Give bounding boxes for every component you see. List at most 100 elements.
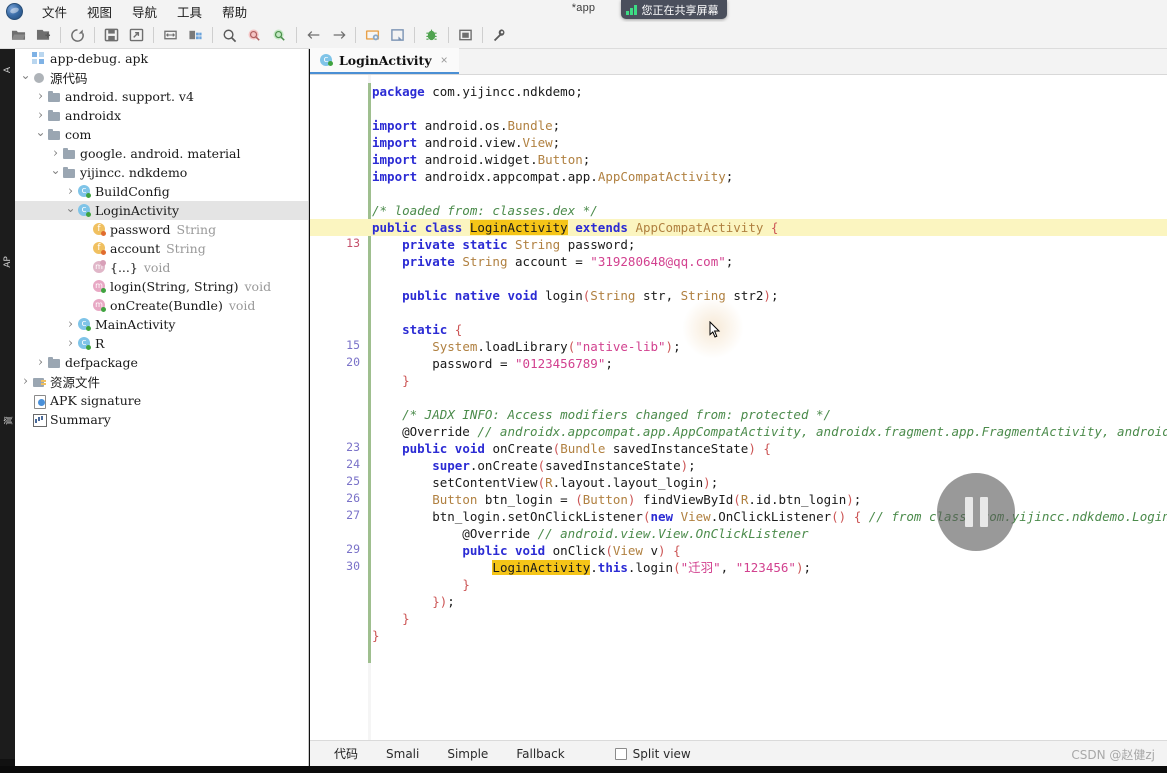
split-view-toggle[interactable]: Split view xyxy=(614,746,691,761)
menu-item-help[interactable]: 帮助 xyxy=(212,0,257,23)
fold-marker[interactable] xyxy=(368,83,371,663)
code-line: import android.widget.Button; xyxy=(372,152,591,167)
close-icon[interactable]: × xyxy=(438,53,451,67)
toolbar-separator xyxy=(60,27,61,43)
tree-node-defpackage[interactable]: defpackage xyxy=(15,353,308,372)
debug-icon[interactable] xyxy=(419,24,444,47)
code-line: } xyxy=(402,373,410,388)
code-lines: package com.yijincc.ndkdemo; import andro… xyxy=(310,75,1167,740)
tree-node-buildconfig[interactable]: BuildConfig xyxy=(15,182,308,201)
deobfuscation-icon[interactable] xyxy=(183,24,208,47)
quark-icon[interactable] xyxy=(453,24,478,47)
field-icon xyxy=(92,222,107,237)
add-files-icon[interactable] xyxy=(31,24,56,47)
code-line: } xyxy=(402,611,410,626)
tree-node-account[interactable]: account String xyxy=(15,239,308,258)
menu-item-file[interactable]: 文件 xyxy=(32,0,77,23)
tree-node-com[interactable]: com xyxy=(15,125,308,144)
chevron-right-icon[interactable] xyxy=(19,374,32,389)
editor-panel: LoginActivity × 13 15 20 23 24 25 26 27 29 30 pac… xyxy=(310,48,1167,766)
line-number: 15 xyxy=(346,338,360,352)
rail-label-0[interactable]: A xyxy=(3,54,13,86)
tree-node-r[interactable]: R xyxy=(15,334,308,353)
tab-code[interactable]: 代码 xyxy=(320,741,372,766)
code-line: private String account = "319280648@qq.c… xyxy=(402,254,734,269)
chevron-right-icon[interactable] xyxy=(34,108,47,123)
code-line: private static String password; xyxy=(402,237,636,252)
method-icon xyxy=(92,279,107,294)
preferences-icon[interactable] xyxy=(487,24,512,47)
search-icon[interactable] xyxy=(217,24,242,47)
menu-item-navigate[interactable]: 导航 xyxy=(122,0,167,23)
tree-node-app-debug-apk[interactable]: app-debug. apk xyxy=(15,49,308,68)
chevron-down-icon[interactable] xyxy=(64,204,77,218)
chevron-right-icon[interactable] xyxy=(49,146,62,161)
tree-node-label: {...} xyxy=(110,260,138,275)
tab-smali[interactable]: Smali xyxy=(372,743,433,765)
export-gradle-icon[interactable] xyxy=(124,24,149,47)
tree-node-type: void xyxy=(244,279,272,294)
decompile-settings-icon[interactable] xyxy=(360,24,385,47)
main-toolbar xyxy=(0,22,1167,49)
tree-node-[interactable]: 资源文件 xyxy=(15,372,308,391)
folder-icon xyxy=(62,166,77,180)
forward-arrow-icon[interactable] xyxy=(326,24,351,47)
open-file-icon[interactable] xyxy=(6,24,31,47)
line-number: 25 xyxy=(346,474,360,488)
field-icon xyxy=(92,241,107,256)
go-to-class-icon[interactable] xyxy=(267,24,292,47)
pause-button-overlay[interactable] xyxy=(937,473,1015,551)
code-line: btn_login.setOnClickListener(new View.On… xyxy=(432,509,1167,524)
tree-node-label: androidx xyxy=(65,108,122,123)
apk-icon xyxy=(32,51,47,66)
back-arrow-icon[interactable] xyxy=(301,24,326,47)
tab-simple[interactable]: Simple xyxy=(433,743,502,765)
chevron-down-icon[interactable] xyxy=(49,166,62,180)
tab-loginactivity[interactable]: LoginActivity × xyxy=(310,48,459,74)
tree-node-label: com xyxy=(65,127,92,142)
toolbar-separator xyxy=(153,27,154,43)
chevron-down-icon[interactable] xyxy=(34,128,47,142)
tree-node-oncreate-bundle[interactable]: onCreate(Bundle) void xyxy=(15,296,308,315)
folder-icon xyxy=(47,128,62,142)
tab-label: LoginActivity xyxy=(339,52,432,68)
tree-node-password[interactable]: password String xyxy=(15,220,308,239)
split-view-label: Split view xyxy=(632,746,691,761)
tree-node-loginactivity[interactable]: LoginActivity xyxy=(15,201,308,220)
left-vertical-rail: A AP 資 xyxy=(0,49,15,759)
tree-node-[interactable]: {...} void xyxy=(15,258,308,277)
chevron-right-icon[interactable] xyxy=(34,355,47,370)
split-view-checkbox[interactable] xyxy=(614,747,627,760)
sum-icon xyxy=(32,413,47,427)
tree-node-login-string-string[interactable]: login(String, String) void xyxy=(15,277,308,296)
sync-icon[interactable] xyxy=(158,24,183,47)
folder-icon xyxy=(47,90,62,104)
rail-label-2[interactable]: 資 xyxy=(2,405,15,437)
reload-icon[interactable] xyxy=(65,24,90,47)
code-line: public void onClick(View v) { xyxy=(462,543,681,558)
chevron-right-icon[interactable] xyxy=(64,317,77,332)
chevron-right-icon[interactable] xyxy=(64,336,77,351)
code-line: @Override // androidx.appcompat.app.AppC… xyxy=(372,424,1167,439)
tree-node-apk-signature[interactable]: APK signature xyxy=(15,391,308,410)
tree-node-[interactable]: 源代码 xyxy=(15,68,308,87)
chevron-right-icon[interactable] xyxy=(34,89,47,104)
find-usage-icon[interactable] xyxy=(242,24,267,47)
menu-item-view[interactable]: 视图 xyxy=(77,0,122,23)
tree-node-yijincc-ndkdemo[interactable]: yijincc. ndkdemo xyxy=(15,163,308,182)
rail-label-1[interactable]: AP xyxy=(3,246,13,278)
line-number: 23 xyxy=(346,440,360,454)
tree-node-androidx[interactable]: androidx xyxy=(15,106,308,125)
code-view[interactable]: 13 15 20 23 24 25 26 27 29 30 package com.yijincc… xyxy=(310,75,1167,740)
log-viewer-icon[interactable] xyxy=(385,24,410,47)
tree-node-android-support-v4[interactable]: android. support. v4 xyxy=(15,87,308,106)
tree-node-google-android-material[interactable]: google. android. material xyxy=(15,144,308,163)
menu-item-tools[interactable]: 工具 xyxy=(167,0,212,23)
tab-fallback[interactable]: Fallback xyxy=(502,743,578,765)
chevron-down-icon[interactable] xyxy=(19,71,32,85)
chevron-right-icon[interactable] xyxy=(64,184,77,199)
save-all-icon[interactable] xyxy=(99,24,124,47)
tree-node-summary[interactable]: Summary xyxy=(15,410,308,429)
apk-tree-panel[interactable]: app-debug. apk 源代码 android. support. v4 and… xyxy=(15,49,309,766)
tree-node-mainactivity[interactable]: MainActivity xyxy=(15,315,308,334)
